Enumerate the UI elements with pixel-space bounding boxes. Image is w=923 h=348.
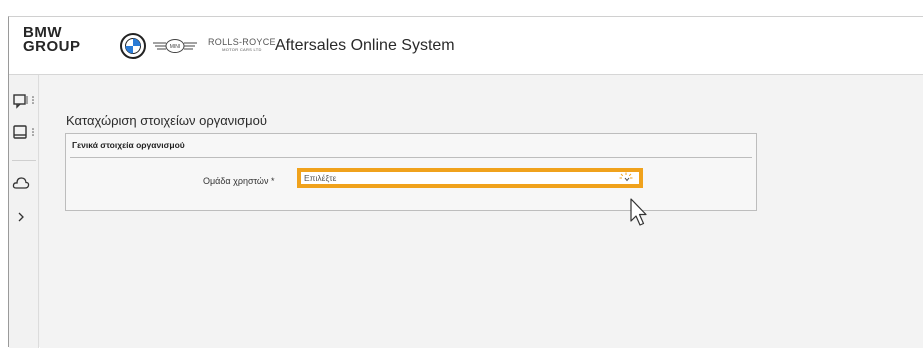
cloud-icon[interactable] xyxy=(12,173,36,193)
user-group-label-text: Ομάδα χρηστών xyxy=(203,176,269,186)
page-title: Καταχώριση στοιχείων οργανισμού xyxy=(66,113,268,128)
user-group-select-value[interactable]: Επιλέξτε xyxy=(301,172,639,184)
mini-logo-text: MINI xyxy=(170,44,181,50)
sidebar xyxy=(9,75,39,348)
brand-line2: GROUP xyxy=(23,38,81,55)
app-window: BMW GROUP MINI ROLLS-ROYCE MOTOR CARS LT… xyxy=(8,16,923,348)
section-title: Γενικά στοιχεία οργανισμού xyxy=(72,140,185,150)
rolls-royce-logo: ROLLS-ROYCE MOTOR CARS LTD xyxy=(208,37,276,52)
chevron-right-icon[interactable] xyxy=(12,207,36,227)
rolls-royce-text: ROLLS-ROYCE xyxy=(208,37,276,47)
mouse-pointer-icon xyxy=(630,198,647,226)
section-divider xyxy=(70,157,752,158)
rolls-royce-subtext: MOTOR CARS LTD xyxy=(222,47,262,52)
chat-icon[interactable] xyxy=(12,91,36,111)
main-content: Καταχώριση στοιχείων οργανισμού Γενικά σ… xyxy=(40,75,923,348)
required-mark: * xyxy=(270,176,275,186)
user-group-label: Ομάδα χρηστών * xyxy=(203,176,275,186)
app-title: Aftersales Online System xyxy=(275,37,455,54)
bmw-group-logo: BMW GROUP xyxy=(23,25,81,55)
bmw-roundel-icon xyxy=(120,33,146,59)
loading-spinner-icon xyxy=(619,172,633,182)
sidebar-divider xyxy=(12,160,36,161)
user-group-select[interactable]: Επιλέξτε xyxy=(297,168,643,188)
mini-logo-icon: MINI xyxy=(153,39,197,53)
general-info-panel: Γενικά στοιχεία οργανισμού Ομάδα χρηστών… xyxy=(65,133,757,211)
monitor-icon[interactable] xyxy=(12,123,36,143)
header: BMW GROUP MINI ROLLS-ROYCE MOTOR CARS LT… xyxy=(9,17,923,75)
